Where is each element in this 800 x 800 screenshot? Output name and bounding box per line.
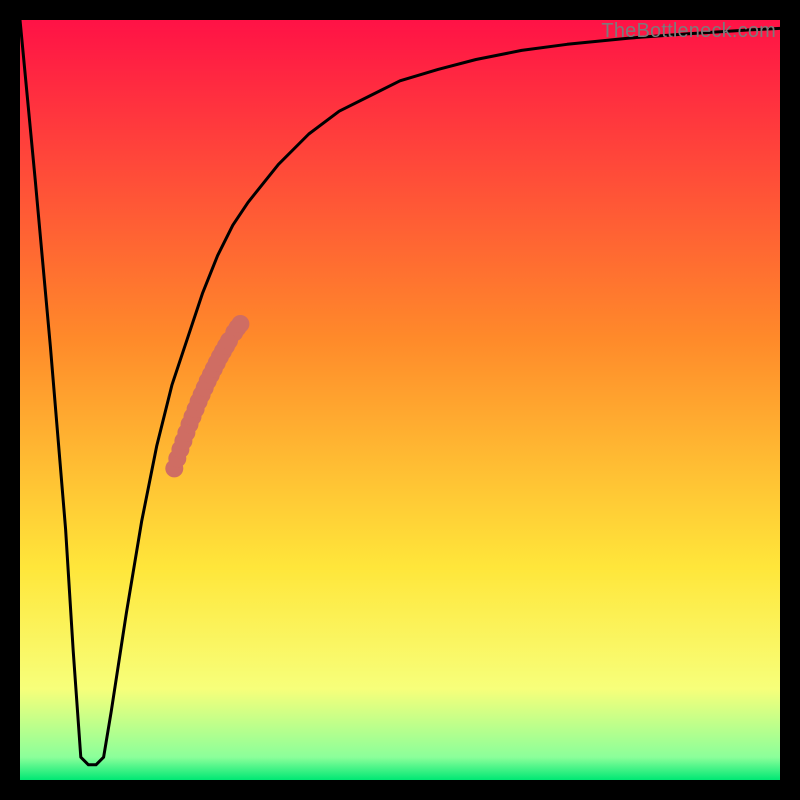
gradient-background [20,20,780,780]
bottleneck-chart [20,20,780,780]
highlight-dot [231,315,249,333]
attribution-text: TheBottleneck.com [601,20,776,43]
chart-frame: TheBottleneck.com [0,0,800,800]
plot-area: TheBottleneck.com [20,20,780,780]
